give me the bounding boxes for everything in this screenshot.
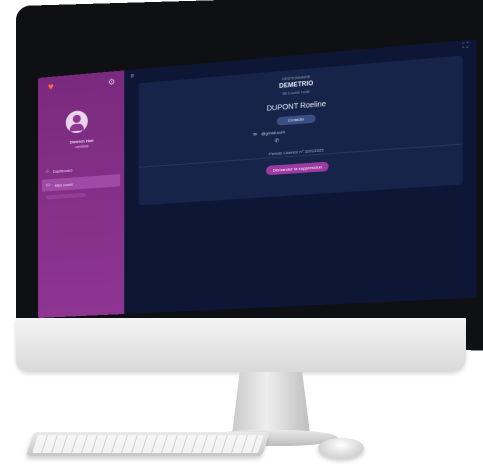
collapse-sidebar-icon[interactable]: ⚙ (108, 77, 116, 87)
app-screen: ♥ ⚙ Dietrich Hair candidat ⌂ Dashboard ▭… (38, 39, 477, 318)
monitor-chin (16, 318, 466, 372)
heart-logo-icon: ♥ (47, 81, 54, 94)
book-icon: ▭ (45, 182, 51, 189)
sidebar-item-label: Dashboard (52, 167, 73, 174)
home-icon: ⌂ (45, 168, 49, 175)
sidebar-item-label: Mes cours (54, 181, 73, 188)
expand-icon[interactable]: ⛶ (463, 42, 469, 51)
phone-icon: ✆ (274, 137, 280, 145)
sidebar-item-placeholder (45, 192, 86, 200)
menu-icon[interactable]: ≡ (130, 74, 134, 80)
mouse (318, 438, 364, 458)
monitor-stand (232, 372, 310, 434)
sidebar: ♥ ⚙ Dietrich Hair candidat ⌂ Dashboard ▭… (38, 70, 125, 318)
avatar (65, 109, 88, 134)
keyboard (26, 432, 270, 456)
mail-icon: ✉ (253, 131, 257, 137)
